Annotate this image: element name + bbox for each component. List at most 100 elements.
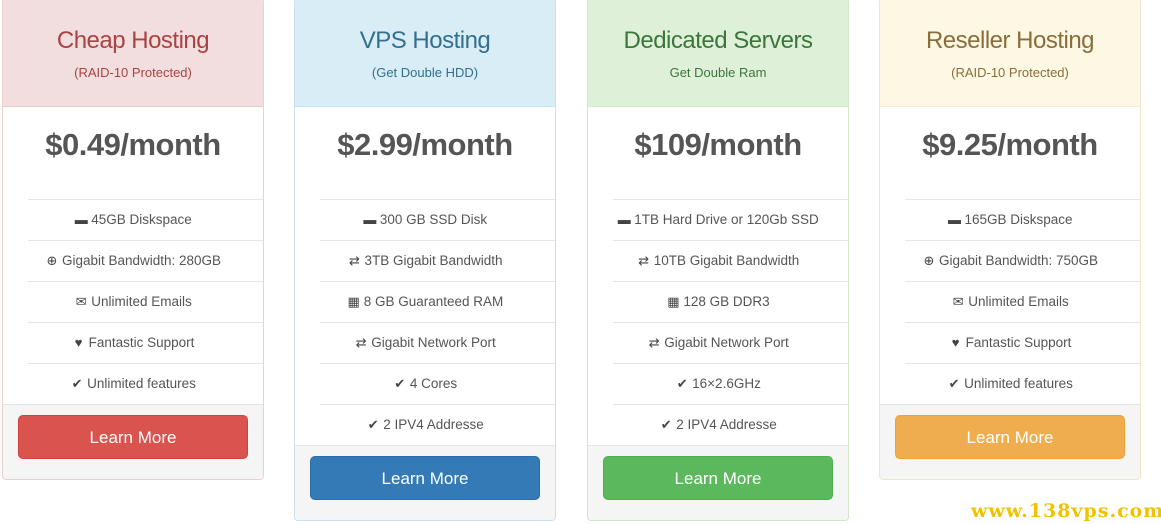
plan-subtitle: (Get Double HDD)	[371, 65, 479, 80]
feature-item: ✉ Unlimited Emails	[905, 281, 1140, 322]
feature-label: Unlimited features	[87, 376, 196, 391]
feature-label: 8 GB Guaranteed RAM	[363, 294, 504, 309]
plan-price: $109/month	[634, 127, 802, 162]
feature-label: 3TB Gigabit Bandwidth	[364, 253, 503, 268]
transfer-icon: ⇄	[355, 335, 367, 350]
feature-item: ⇄ Gigabit Network Port	[320, 322, 555, 363]
chip-icon: ▦	[667, 294, 680, 309]
feature-list: ▬ 300 GB SSD Disk ⇄ 3TB Gigabit Bandwidth …	[320, 199, 555, 445]
feature-item: ▬ 165GB Diskspace	[905, 199, 1140, 240]
feature-label: Gigabit Bandwidth: 750GB	[938, 253, 1099, 268]
feature-item: ▦ 8 GB Guaranteed RAM	[320, 281, 555, 322]
plan-header: Dedicated Servers Get Double Ram	[588, 0, 848, 107]
plan-title: Reseller Hosting	[925, 27, 1095, 54]
feature-label: 300 GB SSD Disk	[379, 212, 488, 227]
plan-price: $0.49/month	[45, 127, 221, 162]
learn-more-button[interactable]: Learn More	[895, 415, 1125, 459]
plan-price: $2.99/month	[337, 127, 513, 162]
feature-item: ✔ Unlimited features	[28, 363, 263, 404]
feature-item: ✔ Unlimited features	[905, 363, 1140, 404]
feature-item: ▬ 1TB Hard Drive or 120Gb SSD	[613, 199, 848, 240]
heart-icon: ♥	[74, 335, 83, 350]
plan-card-cheap-hosting: Cheap Hosting (RAID-10 Protected) $0.49/…	[2, 0, 264, 480]
feature-label: Fantastic Support	[965, 335, 1072, 350]
feature-item: ⇄ 3TB Gigabit Bandwidth	[320, 240, 555, 281]
envelope-icon: ✉	[952, 294, 964, 309]
feature-label: 1TB Hard Drive or 120Gb SSD	[634, 212, 819, 227]
plus-circle-icon: ⊕	[46, 253, 58, 268]
feature-label: Fantastic Support	[88, 335, 195, 350]
chip-icon: ▦	[347, 294, 360, 309]
plan-header: Reseller Hosting (RAID-10 Protected)	[880, 0, 1140, 107]
feature-item: ✔ 2 IPV4 Addresse	[613, 404, 848, 445]
check-icon: ✔	[71, 376, 83, 391]
feature-label: 2 IPV4 Addresse	[676, 417, 777, 432]
feature-item: ▬ 300 GB SSD Disk	[320, 199, 555, 240]
plan-header: Cheap Hosting (RAID-10 Protected)	[3, 0, 263, 107]
learn-more-button[interactable]: Learn More	[603, 456, 833, 500]
transfer-icon: ⇄	[638, 253, 650, 268]
feature-label: 45GB Diskspace	[91, 212, 192, 227]
feature-label: Gigabit Bandwidth: 280GB	[61, 253, 222, 268]
feature-list: ▬ 1TB Hard Drive or 120Gb SSD ⇄ 10TB Gigab…	[613, 199, 848, 445]
plan-title: Dedicated Servers	[623, 27, 813, 54]
check-icon: ✔	[660, 417, 672, 432]
feature-label: 2 IPV4 Addresse	[383, 417, 484, 432]
check-icon: ✔	[676, 376, 688, 391]
feature-item: ✔ 2 IPV4 Addresse	[320, 404, 555, 445]
check-icon: ✔	[394, 376, 406, 391]
pricing-page: Cheap Hosting (RAID-10 Protected) $0.49/…	[0, 0, 1161, 524]
feature-item: ✔ 16×2.6GHz	[613, 363, 848, 404]
envelope-icon: ✉	[75, 294, 87, 309]
feature-label: 128 GB DDR3	[683, 294, 770, 309]
feature-label: 10TB Gigabit Bandwidth	[653, 253, 800, 268]
feature-label: Gigabit Network Port	[664, 335, 789, 350]
plan-price: $9.25/month	[922, 127, 1098, 162]
site-watermark: www.138vps.com	[971, 500, 1161, 522]
feature-item: ✔ 4 Cores	[320, 363, 555, 404]
plan-subtitle: Get Double Ram	[669, 65, 767, 80]
feature-label: Unlimited Emails	[968, 294, 1069, 309]
feature-item: ▬ 45GB Diskspace	[28, 199, 263, 240]
transfer-icon: ⇄	[349, 253, 360, 268]
hdd-icon: ▬	[363, 212, 377, 227]
feature-item: ⊕ Gigabit Bandwidth: 280GB	[28, 240, 263, 281]
feature-item: ⇄ 10TB Gigabit Bandwidth	[613, 240, 848, 281]
plan-header: VPS Hosting (Get Double HDD)	[295, 0, 555, 107]
transfer-icon: ⇄	[648, 335, 660, 350]
check-icon: ✔	[948, 376, 960, 391]
feature-item: ♥ Fantastic Support	[905, 322, 1140, 363]
feature-label: 4 Cores	[409, 376, 458, 391]
heart-icon: ♥	[951, 335, 960, 350]
hdd-icon: ▬	[947, 212, 961, 227]
plan-footer: Learn More	[588, 445, 848, 520]
plan-subtitle: (RAID-10 Protected)	[74, 65, 192, 80]
feature-item: ⊕ Gigabit Bandwidth: 750GB	[905, 240, 1140, 281]
feature-item: ⇄ Gigabit Network Port	[613, 322, 848, 363]
plan-card-reseller-hosting: Reseller Hosting (RAID-10 Protected) $9.…	[879, 0, 1141, 480]
plan-title: Cheap Hosting	[56, 27, 210, 54]
learn-more-button[interactable]: Learn More	[18, 415, 248, 459]
plan-footer: Learn More	[3, 404, 263, 479]
plan-footer: Learn More	[880, 404, 1140, 479]
feature-label: Unlimited Emails	[91, 294, 192, 309]
hdd-icon: ▬	[74, 212, 88, 227]
plan-card-dedicated-servers: Dedicated Servers Get Double Ram $109/mo…	[587, 0, 849, 521]
feature-item: ♥ Fantastic Support	[28, 322, 263, 363]
feature-label: 165GB Diskspace	[964, 212, 1073, 227]
learn-more-button[interactable]: Learn More	[310, 456, 540, 500]
feature-item: ▦ 128 GB DDR3	[613, 281, 848, 322]
hdd-icon: ▬	[617, 212, 631, 227]
plus-circle-icon: ⊕	[923, 253, 935, 268]
feature-item: ✉ Unlimited Emails	[28, 281, 263, 322]
feature-list: ▬ 45GB Diskspace ⊕ Gigabit Bandwidth: 280G…	[28, 199, 263, 404]
check-icon: ✔	[367, 417, 379, 432]
feature-list: ▬ 165GB Diskspace ⊕ Gigabit Bandwidth: 750…	[905, 199, 1140, 404]
feature-label: 16×2.6GHz	[692, 376, 761, 391]
plan-card-vps-hosting: VPS Hosting (Get Double HDD) $2.99/month…	[294, 0, 556, 521]
feature-label: Unlimited features	[964, 376, 1073, 391]
plan-title: VPS Hosting	[359, 27, 491, 54]
plan-subtitle: (RAID-10 Protected)	[951, 65, 1069, 80]
plan-footer: Learn More	[295, 445, 555, 520]
feature-label: Gigabit Network Port	[371, 335, 496, 350]
